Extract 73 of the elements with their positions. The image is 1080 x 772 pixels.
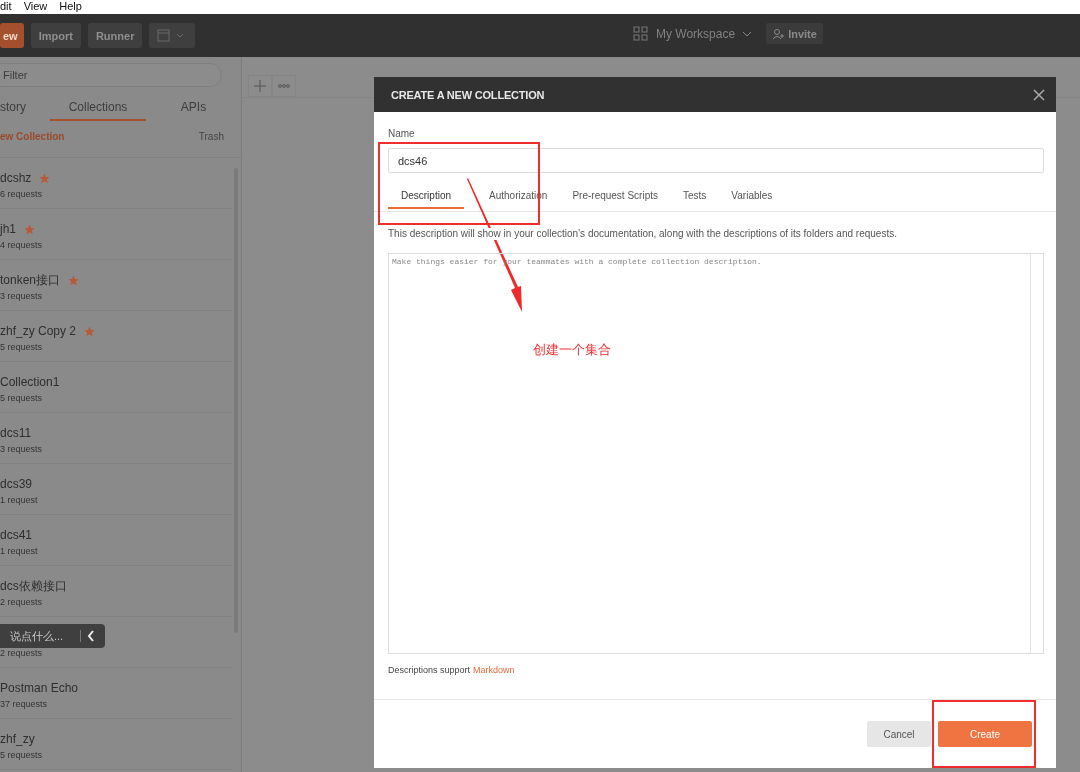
menu-item[interactable]: dit <box>0 0 12 14</box>
request-count: 2 requests <box>0 648 44 658</box>
menu-item[interactable]: Help <box>59 0 82 14</box>
collection-item[interactable]: Postman Echo 37 requests <box>0 668 232 719</box>
collection-name: dcs依赖接口 <box>0 577 67 595</box>
more-button[interactable] <box>272 75 296 97</box>
dialog-tab[interactable]: Tests <box>683 186 707 207</box>
description-hint: This description will show in your collection’s documentation, along with the descriptions of its folders and requests. <box>388 228 897 240</box>
request-count: 37 requests <box>0 699 49 709</box>
annotation-label: 创建一个集合 <box>533 341 611 359</box>
request-count: 5 requests <box>0 393 44 403</box>
dialog-tab[interactable]: Description <box>388 186 465 209</box>
collection-name: Collection1 <box>0 375 60 389</box>
grid-icon <box>633 25 649 42</box>
cancel-button[interactable]: Cancel <box>867 721 931 747</box>
collection-item[interactable]: jh1 4 requests <box>0 209 232 260</box>
collection-item[interactable]: tonken接口 3 requests <box>0 260 232 311</box>
menu-item[interactable]: View <box>23 0 48 14</box>
field-label: Name <box>388 128 415 140</box>
caret-icon <box>742 29 753 38</box>
filter-field[interactable]: Filter <box>0 63 222 87</box>
sidebar-tab[interactable]: APIs <box>146 96 241 121</box>
collection-name: dcshz <box>0 171 32 185</box>
trash-link[interactable]: Trash <box>198 131 224 157</box>
sidebar-tab[interactable]: Collections <box>50 96 146 121</box>
request-count: 2 requests <box>0 597 44 607</box>
request-count: 4 requests <box>0 240 44 250</box>
request-count: 5 requests <box>0 342 44 352</box>
close-icon <box>1033 88 1045 101</box>
name-field[interactable]: dcs46 <box>388 148 1044 173</box>
collection-name: tonken接口 <box>0 271 61 289</box>
request-count: 1 request <box>0 495 39 505</box>
workspace-dropdown[interactable]: My Workspace <box>633 25 753 42</box>
new-button[interactable]: ew <box>0 23 24 48</box>
new-tab-button[interactable] <box>248 75 272 97</box>
dialog-title: CREATE A NEW COLLECTION <box>391 88 545 101</box>
dialog-tab[interactable]: Variables <box>731 186 773 207</box>
add-user-icon <box>772 27 785 40</box>
collection-item[interactable]: dcs依赖接口 2 requests <box>0 566 232 617</box>
collection-item[interactable]: zhf_zy Copy 2 5 requests <box>0 311 232 362</box>
capture-button[interactable] <box>149 23 196 48</box>
request-count: 3 requests <box>0 291 44 301</box>
support-text: Descriptions support <box>388 665 471 675</box>
request-count: 5 requests <box>0 750 44 760</box>
collection-item[interactable]: dcs41 1 request <box>0 515 232 566</box>
request-count: 6 requests <box>0 189 44 199</box>
sidebar-tab[interactable]: story <box>0 96 50 121</box>
more-icon <box>278 84 290 88</box>
invite-button[interactable]: Invite <box>766 23 823 44</box>
collection-item[interactable]: Collection1 5 requests <box>0 362 232 413</box>
comment-tooltip[interactable]: 说点什么... <box>0 624 105 648</box>
comment-placeholder: 说点什么... <box>9 628 64 644</box>
plus-icon <box>254 80 266 92</box>
request-count: 1 request <box>0 546 39 556</box>
collection-name: dcs11 <box>0 426 32 440</box>
collection-name: dcs39 <box>0 477 33 491</box>
markdown-link[interactable]: Markdown <box>473 665 515 675</box>
collection-name: zhf_zy Copy 2 <box>0 324 77 338</box>
collection-name: zhf_zy <box>0 732 35 746</box>
collection-item[interactable]: dcs39 1 request <box>0 464 232 515</box>
toolbar-button[interactable]: Import <box>30 23 81 48</box>
collection-name: jh1 <box>0 222 16 236</box>
collection-name: dcs41 <box>0 528 33 542</box>
collection-item[interactable]: dcshz 6 requests <box>0 158 232 209</box>
request-count: 3 requests <box>0 444 44 454</box>
chevron-left-icon <box>80 630 95 642</box>
collection-item[interactable]: zhf_zy 5 requests <box>0 719 232 770</box>
create-button[interactable]: Create <box>938 721 1032 747</box>
close-button[interactable] <box>1033 88 1045 101</box>
collection-item[interactable]: dcs11 3 requests <box>0 413 232 464</box>
toolbar-button[interactable]: Runner <box>87 23 143 48</box>
collection-name: Postman Echo <box>0 681 79 695</box>
dialog-tab[interactable]: Pre-request Scripts <box>572 186 658 207</box>
